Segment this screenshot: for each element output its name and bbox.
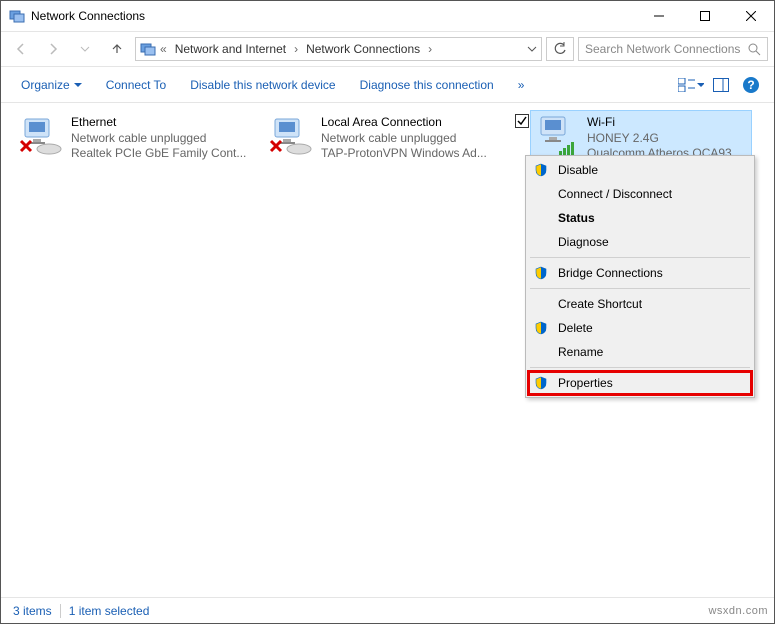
refresh-button[interactable] bbox=[546, 37, 574, 61]
watermark: wsxdn.com bbox=[708, 605, 768, 617]
menu-disable[interactable]: Disable bbox=[528, 158, 752, 182]
search-input[interactable]: Search Network Connections bbox=[578, 37, 768, 61]
search-placeholder: Search Network Connections bbox=[585, 42, 748, 56]
view-options-button[interactable] bbox=[678, 72, 704, 98]
help-button[interactable]: ? bbox=[738, 72, 764, 98]
connection-name: Local Area Connection bbox=[321, 115, 487, 131]
menu-rename[interactable]: Rename bbox=[528, 340, 752, 364]
item-count: 3 items bbox=[13, 604, 52, 618]
address-bar[interactable]: « Network and Internet › Network Connect… bbox=[135, 37, 542, 61]
shield-icon bbox=[534, 266, 548, 280]
menu-separator bbox=[530, 257, 750, 258]
connection-local[interactable]: Local Area Connection Network cable unpl… bbox=[265, 111, 505, 166]
connection-status: Network cable unplugged bbox=[71, 131, 246, 147]
breadcrumb-b[interactable]: Network Connections bbox=[302, 40, 424, 58]
minimize-button[interactable] bbox=[636, 1, 682, 31]
toolbar-overflow[interactable]: » bbox=[508, 72, 535, 98]
statusbar: 3 items 1 item selected bbox=[1, 597, 774, 623]
local-icon bbox=[269, 115, 315, 155]
connection-name: Ethernet bbox=[71, 115, 246, 131]
connection-info: Local Area Connection Network cable unpl… bbox=[321, 115, 487, 162]
diagnose-button[interactable]: Diagnose this connection bbox=[350, 72, 504, 98]
chevron-right-icon: › bbox=[428, 42, 432, 56]
connection-device: TAP-ProtonVPN Windows Ad... bbox=[321, 146, 487, 162]
connection-status: Network cable unplugged bbox=[321, 131, 487, 147]
selected-count: 1 item selected bbox=[69, 604, 150, 618]
wifi-icon bbox=[535, 115, 581, 155]
menu-separator bbox=[530, 288, 750, 289]
titlebar: Network Connections bbox=[1, 1, 774, 31]
disable-device-button[interactable]: Disable this network device bbox=[180, 72, 345, 98]
window-title: Network Connections bbox=[31, 9, 636, 23]
maximize-button[interactable] bbox=[682, 1, 728, 31]
chevron-right-icon: › bbox=[294, 42, 298, 56]
address-dropdown-icon[interactable] bbox=[527, 44, 537, 54]
connection-device: Realtek PCIe GbE Family Cont... bbox=[71, 146, 246, 162]
menu-properties[interactable]: Properties bbox=[528, 371, 752, 395]
svg-text:?: ? bbox=[747, 78, 754, 92]
search-icon bbox=[748, 43, 761, 56]
connection-status: HONEY 2.4G bbox=[587, 131, 747, 147]
menu-status[interactable]: Status bbox=[528, 206, 752, 230]
menu-bridge[interactable]: Bridge Connections bbox=[528, 261, 752, 285]
menu-separator bbox=[530, 367, 750, 368]
connect-to-button[interactable]: Connect To bbox=[96, 72, 177, 98]
forward-button[interactable] bbox=[39, 35, 67, 63]
address-icon bbox=[140, 41, 156, 57]
menu-delete[interactable]: Delete bbox=[528, 316, 752, 340]
connection-name: Wi-Fi bbox=[587, 115, 747, 131]
content-area: Ethernet Network cable unplugged Realtek… bbox=[1, 103, 774, 593]
connection-ethernet[interactable]: Ethernet Network cable unplugged Realtek… bbox=[15, 111, 255, 166]
recent-dropdown[interactable] bbox=[71, 35, 99, 63]
divider bbox=[60, 604, 61, 618]
context-menu: Disable Connect / Disconnect Status Diag… bbox=[525, 155, 755, 398]
toolbar: Organize Connect To Disable this network… bbox=[1, 67, 774, 103]
menu-diagnose[interactable]: Diagnose bbox=[528, 230, 752, 254]
ethernet-icon bbox=[19, 115, 65, 155]
up-button[interactable] bbox=[103, 35, 131, 63]
back-button[interactable] bbox=[7, 35, 35, 63]
connection-info: Ethernet Network cable unplugged Realtek… bbox=[71, 115, 246, 162]
app-icon bbox=[9, 8, 25, 24]
menu-shortcut[interactable]: Create Shortcut bbox=[528, 292, 752, 316]
shield-icon bbox=[534, 321, 548, 335]
menu-connect[interactable]: Connect / Disconnect bbox=[528, 182, 752, 206]
shield-icon bbox=[534, 376, 548, 390]
navbar: « Network and Internet › Network Connect… bbox=[1, 31, 774, 67]
shield-icon bbox=[534, 163, 548, 177]
organize-menu[interactable]: Organize bbox=[11, 72, 92, 98]
selection-checkbox[interactable] bbox=[515, 114, 529, 128]
breadcrumb-prefix: « bbox=[160, 42, 167, 56]
breadcrumb-a[interactable]: Network and Internet bbox=[171, 40, 290, 58]
preview-pane-button[interactable] bbox=[708, 72, 734, 98]
close-button[interactable] bbox=[728, 1, 774, 31]
